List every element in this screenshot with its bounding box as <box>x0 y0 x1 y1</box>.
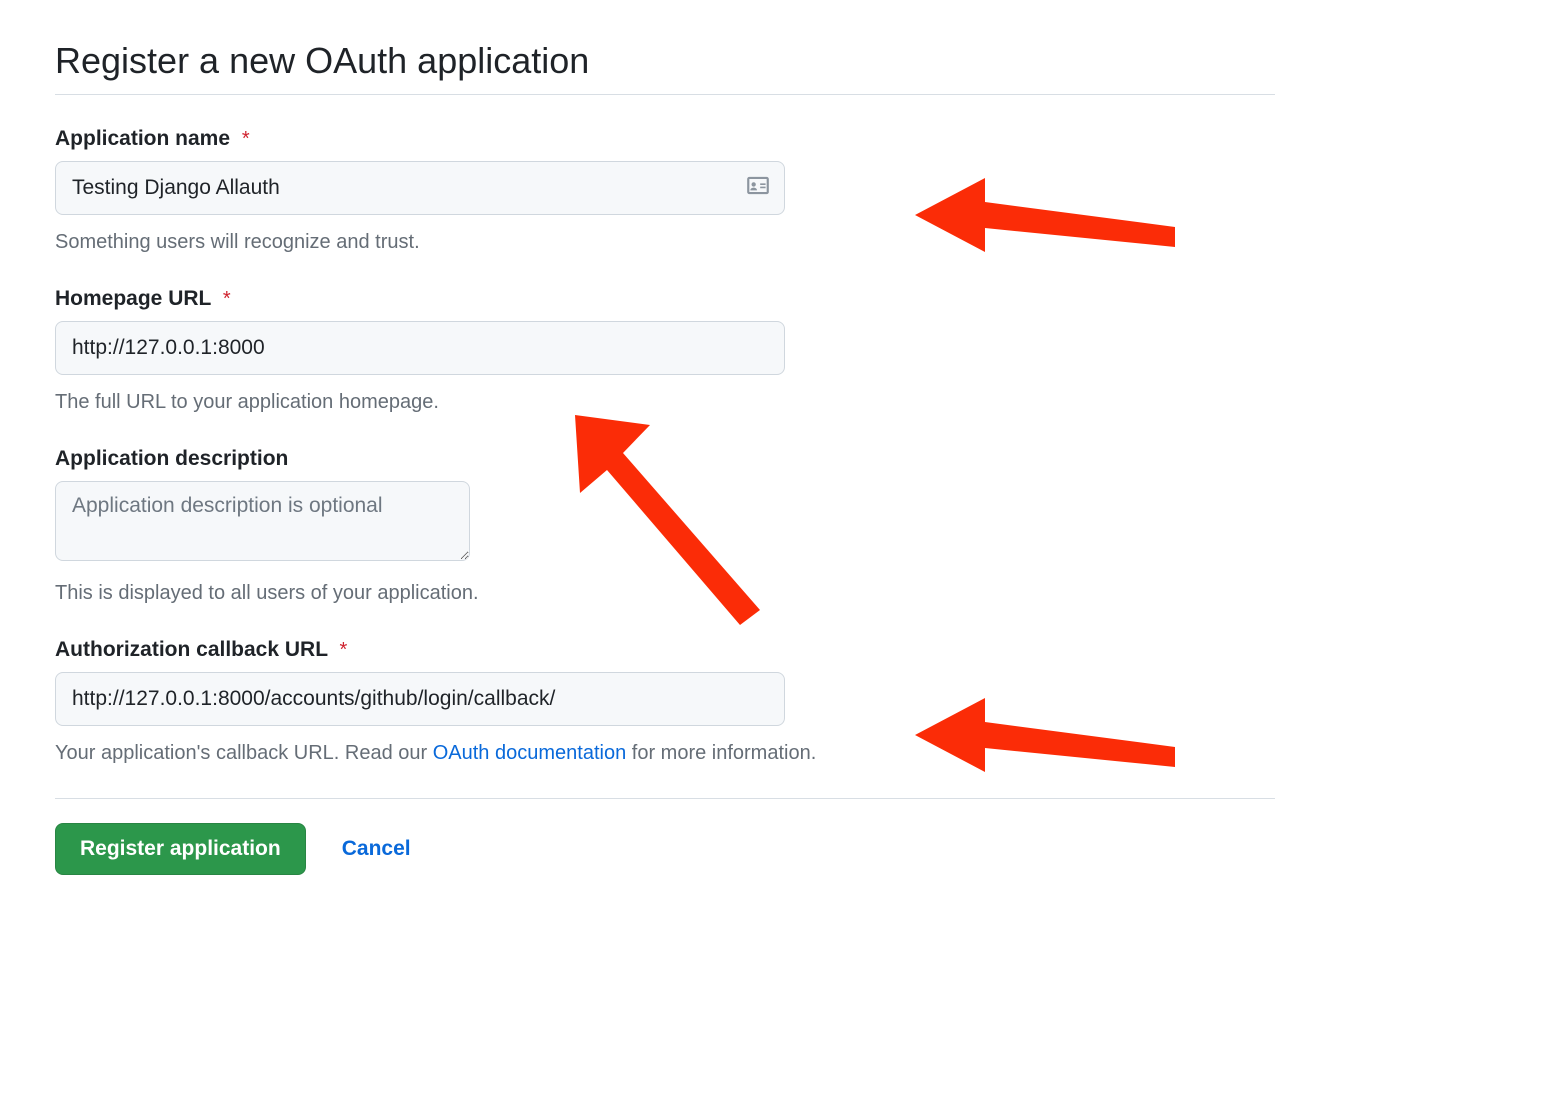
form-actions: Register application Cancel <box>55 823 1507 875</box>
required-asterisk: * <box>223 288 231 310</box>
field-app-name: Application name * Something users will … <box>55 127 1507 257</box>
app-name-input[interactable] <box>55 161 785 215</box>
register-application-button[interactable]: Register application <box>55 823 306 875</box>
homepage-url-label: Homepage URL * <box>55 287 1507 311</box>
callback-url-input[interactable] <box>55 672 785 726</box>
cancel-button[interactable]: Cancel <box>342 837 411 861</box>
page-container: Register a new OAuth application Applica… <box>55 40 1507 875</box>
oauth-docs-link[interactable]: OAuth documentation <box>433 742 626 764</box>
homepage-url-input[interactable] <box>55 321 785 375</box>
field-callback-url: Authorization callback URL * Your applic… <box>55 638 1507 768</box>
callback-help-prefix: Your application's callback URL. Read ou… <box>55 742 433 764</box>
callback-url-label: Authorization callback URL * <box>55 638 1507 662</box>
app-name-input-wrap <box>55 161 785 215</box>
required-asterisk: * <box>242 128 250 150</box>
homepage-url-help: The full URL to your application homepag… <box>55 387 1507 417</box>
callback-help-suffix: for more information. <box>626 742 816 764</box>
field-homepage-url: Homepage URL * The full URL to your appl… <box>55 287 1507 417</box>
field-description: Application description This is displaye… <box>55 447 1507 608</box>
description-help: This is displayed to all users of your a… <box>55 578 1507 608</box>
divider <box>55 798 1275 799</box>
callback-url-help: Your application's callback URL. Read ou… <box>55 738 1507 768</box>
description-label: Application description <box>55 447 1507 471</box>
required-asterisk: * <box>340 639 348 661</box>
page-title: Register a new OAuth application <box>55 40 1275 95</box>
app-name-label-text: Application name <box>55 127 230 150</box>
app-name-help: Something users will recognize and trust… <box>55 227 1507 257</box>
app-name-label: Application name * <box>55 127 1507 151</box>
homepage-url-label-text: Homepage URL <box>55 287 211 310</box>
description-label-text: Application description <box>55 447 288 470</box>
callback-url-label-text: Authorization callback URL <box>55 638 328 661</box>
description-textarea[interactable] <box>55 481 470 561</box>
